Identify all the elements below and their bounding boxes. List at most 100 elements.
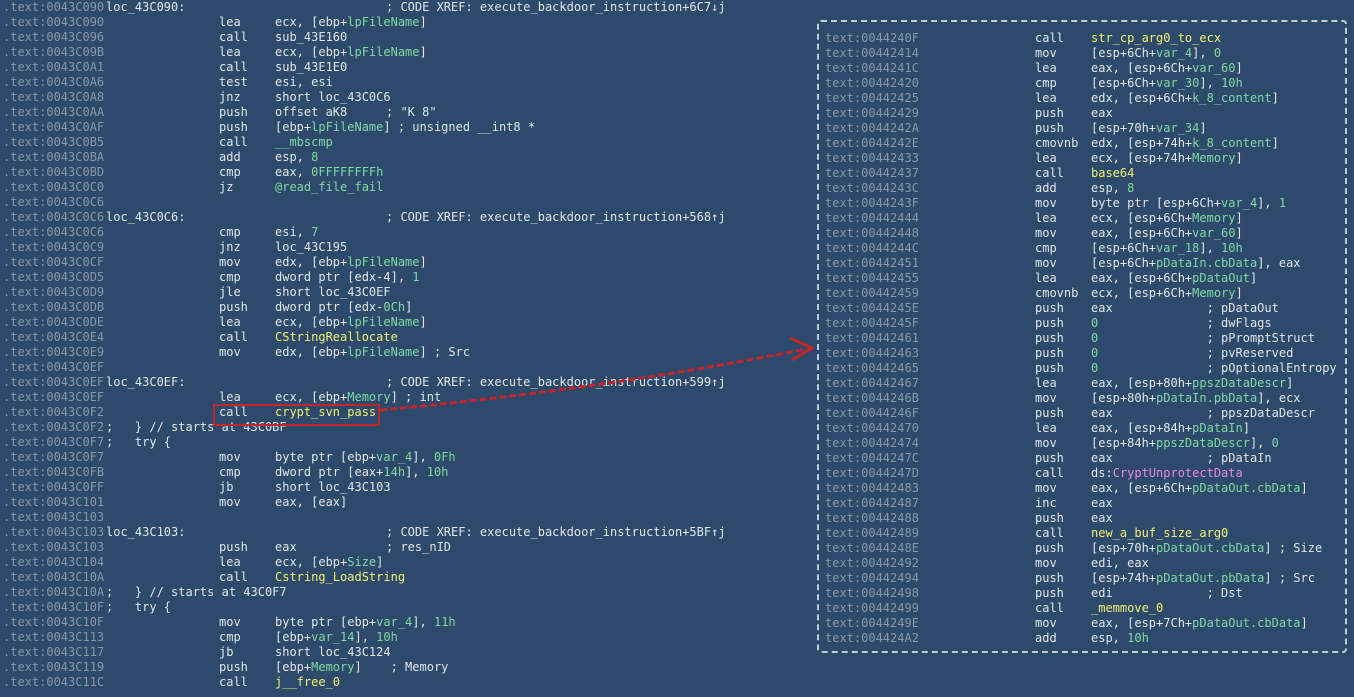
symbol-ref[interactable]: var_30 (1156, 76, 1199, 90)
code-line[interactable]: .text:0043C113 cmp [ebp+var_14], 10h (0, 630, 812, 645)
symbol-ref[interactable]: var_18 (1156, 241, 1199, 255)
code-line[interactable]: text:0044244C cmp [esp+6Ch+var_18], 10h (819, 241, 1345, 256)
symbol-ref[interactable]: var_34 (1156, 121, 1199, 135)
symbol-ref[interactable]: var_4 (376, 450, 412, 464)
code-line[interactable]: text:00442498 push edi ; Dst (819, 586, 1345, 601)
symbol-ref[interactable]: pDataOut.cbData (1156, 541, 1264, 555)
symbol-ref[interactable]: Memory (1192, 151, 1235, 165)
code-line[interactable]: .text:0043C0AF push [ebp+lpFileName] ; uns… (0, 120, 812, 135)
symbol-ref[interactable]: lpFileName (347, 15, 419, 29)
symbol-ref[interactable]: 11h (434, 615, 456, 629)
code-line[interactable]: .text:0043C096 call sub_43E160 (0, 30, 812, 45)
code-line[interactable]: .text:0043C0FB cmp dword ptr [eax+14h], 10… (0, 465, 812, 480)
symbol-ref[interactable]: 10h (1127, 631, 1149, 645)
symbol-ref[interactable]: Memory (311, 660, 354, 674)
symbol-ref[interactable]: 8 (1127, 181, 1134, 195)
symbol-ref[interactable]: 0FFFFFFFFh (311, 165, 383, 179)
code-line[interactable]: .text:0043C0D9 jle short loc_43C0EF (0, 285, 812, 300)
code-line[interactable]: text:00442437 call base64 (819, 166, 1345, 181)
symbol-ref[interactable]: k_8_content (1192, 136, 1271, 150)
code-line[interactable]: .text:0043C0EF (0, 360, 812, 375)
code-line[interactable]: text:00442459 cmovnb ecx, [esp+6Ch+Memory] (819, 286, 1345, 301)
symbol-ref[interactable]: pDataOut.cbData (1192, 481, 1300, 495)
code-line[interactable]: text:0044246F push eax ; ppszDataDescr (819, 406, 1345, 421)
symbol-ref[interactable]: __mbscmp (275, 135, 333, 149)
code-line[interactable]: text:0044243F mov byte ptr [esp+6Ch+var_4]… (819, 196, 1345, 211)
code-line[interactable]: .text:0043C103 loc_43C103: ; CODE XREF: ex… (0, 525, 812, 540)
code-line[interactable]: text:00442425 lea edx, [esp+6Ch+k_8_conten… (819, 91, 1345, 106)
symbol-ref[interactable]: 0Ch (383, 300, 405, 314)
code-line[interactable]: text:00442487 inc eax (819, 496, 1345, 511)
code-line[interactable]: .text:0043C104 lea ecx, [ebp+Size] (0, 555, 812, 570)
symbol-ref[interactable]: lpFileName (311, 120, 383, 134)
symbol-ref[interactable]: 10h (376, 630, 398, 644)
code-line[interactable]: text:00442461 push 0 ; pPromptStruct (819, 331, 1345, 346)
code-line[interactable]: text:0044241C lea eax, [esp+6Ch+var_60] (819, 61, 1345, 76)
code-line[interactable]: .text:0043C0C6 loc_43C0C6: ; CODE XREF: ex… (0, 210, 812, 225)
code-line[interactable]: .text:0043C10F; try { (0, 600, 812, 615)
function-ref[interactable]: j__free_0 (275, 675, 340, 689)
code-line[interactable]: .text:0043C09B lea ecx, [ebp+lpFileName] (0, 45, 812, 60)
code-line[interactable]: text:0044247C push eax ; pDataIn (819, 451, 1345, 466)
symbol-ref[interactable]: 7 (311, 225, 318, 239)
code-line[interactable]: .text:0043C0F2; } // starts at 43C0BF (0, 420, 812, 435)
function-ref[interactable]: str_cp_arg0_to_ecx (1091, 31, 1221, 45)
code-line[interactable]: text:0044245F push 0 ; dwFlags (819, 316, 1345, 331)
symbol-ref[interactable]: pDataIn.cbData (1156, 256, 1257, 270)
code-line[interactable]: text:0044243C add esp, 8 (819, 181, 1345, 196)
symbol-ref[interactable]: var_4 (1156, 46, 1192, 60)
code-line[interactable]: .text:0043C090 loc_43C090: ; CODE XREF: ex… (0, 0, 812, 15)
code-line[interactable]: text:00442420 cmp [esp+6Ch+var_30], 10h (819, 76, 1345, 91)
code-line[interactable]: .text:0043C10F mov byte ptr [ebp+var_4], 1… (0, 615, 812, 630)
symbol-ref[interactable]: 1 (412, 270, 419, 284)
function-ref[interactable]: new_a_buf_size_arg0 (1091, 526, 1228, 540)
code-line[interactable]: text:00442444 lea ecx, [esp+6Ch+Memory] (819, 211, 1345, 226)
code-line[interactable]: text:00442494 push [esp+74h+pDataOut.pbDat… (819, 571, 1345, 586)
code-line[interactable]: text:00442433 lea ecx, [esp+74h+Memory] (819, 151, 1345, 166)
code-line[interactable]: text:0044245E push eax ; pDataOut (819, 301, 1345, 316)
code-line[interactable]: .text:0043C0EF lea ecx, [ebp+Memory] ; int (0, 390, 812, 405)
code-line[interactable]: text:0044242A push [esp+70h+var_34] (819, 121, 1345, 136)
code-line[interactable]: .text:0043C0AA push offset aK8 ; "K 8" (0, 105, 812, 120)
disassembly-listing[interactable]: .text:0043C090 loc_43C090: ; CODE XREF: ex… (0, 0, 812, 697)
code-line[interactable]: .text:0043C0A6 test esi, esi (0, 75, 812, 90)
symbol-ref[interactable]: pDataIn (1192, 421, 1243, 435)
symbol-ref[interactable]: var_4 (376, 615, 412, 629)
symbol-ref[interactable]: var_4 (1221, 196, 1257, 210)
symbol-ref[interactable]: k_8_content (1192, 91, 1271, 105)
function-ref[interactable]: _memmove_0 (1091, 601, 1163, 615)
code-line[interactable]: text:00442463 push 0 ; pvReserved (819, 346, 1345, 361)
symbol-ref[interactable]: Memory (1192, 211, 1235, 225)
code-line[interactable]: .text:0043C103 push eax ; res_nID (0, 540, 812, 555)
code-line[interactable]: .text:0043C101 mov eax, [eax] (0, 495, 812, 510)
symbol-ref[interactable]: 0 (1214, 46, 1221, 60)
function-ref[interactable]: CStringReallocate (275, 330, 398, 344)
code-line[interactable]: .text:0043C0FF jb short loc_43C103 (0, 480, 812, 495)
code-label[interactable]: loc_43C090: (106, 0, 185, 15)
code-line[interactable]: text:00442455 lea eax, [esp+6Ch+pDataOut] (819, 271, 1345, 286)
code-line[interactable]: .text:0043C0F7; try { (0, 435, 812, 450)
function-ref[interactable]: CryptUnprotectData (1113, 466, 1243, 480)
code-line[interactable]: .text:0043C0CF mov edx, [ebp+lpFileName] (0, 255, 812, 270)
code-line[interactable]: text:0044240F call str_cp_arg0_to_ecx (819, 31, 1345, 46)
symbol-ref[interactable]: 10h (427, 465, 449, 479)
code-line[interactable]: text:00442474 mov [esp+84h+ppszDataDescr],… (819, 436, 1345, 451)
code-line[interactable]: .text:0043C11C call j__free_0 (0, 675, 812, 690)
code-line[interactable]: .text:0043C0B5 call __mbscmp (0, 135, 812, 150)
symbol-ref[interactable]: lpFileName (347, 45, 419, 59)
symbol-ref[interactable]: ppszDataDescr (1192, 376, 1286, 390)
code-label[interactable]: loc_43C103: (106, 525, 185, 540)
symbol-ref[interactable]: 10h (1221, 241, 1243, 255)
symbol-ref[interactable]: Memory (1192, 286, 1235, 300)
code-line[interactable]: .text:0043C0BD cmp eax, 0FFFFFFFFh (0, 165, 812, 180)
code-line[interactable]: .text:0043C0F7 mov byte ptr [ebp+var_4], 0… (0, 450, 812, 465)
code-line[interactable]: text:0044246B mov [esp+80h+pDataIn.pbData]… (819, 391, 1345, 406)
code-line[interactable]: .text:0043C090 lea ecx, [ebp+lpFileName] (0, 15, 812, 30)
code-line[interactable]: text:0044247D call ds:CryptUnprotectData (819, 466, 1345, 481)
code-label[interactable]: loc_43C0EF: (106, 375, 185, 390)
code-line[interactable]: .text:0043C0A1 call sub_43E1E0 (0, 60, 812, 75)
symbol-ref[interactable]: pDataOut.cbData (1192, 616, 1300, 630)
symbol-ref[interactable]: Memory (347, 390, 390, 404)
symbol-ref[interactable]: 10h (1221, 76, 1243, 90)
code-line[interactable]: .text:0043C0D5 cmp dword ptr [edx-4], 1 (0, 270, 812, 285)
